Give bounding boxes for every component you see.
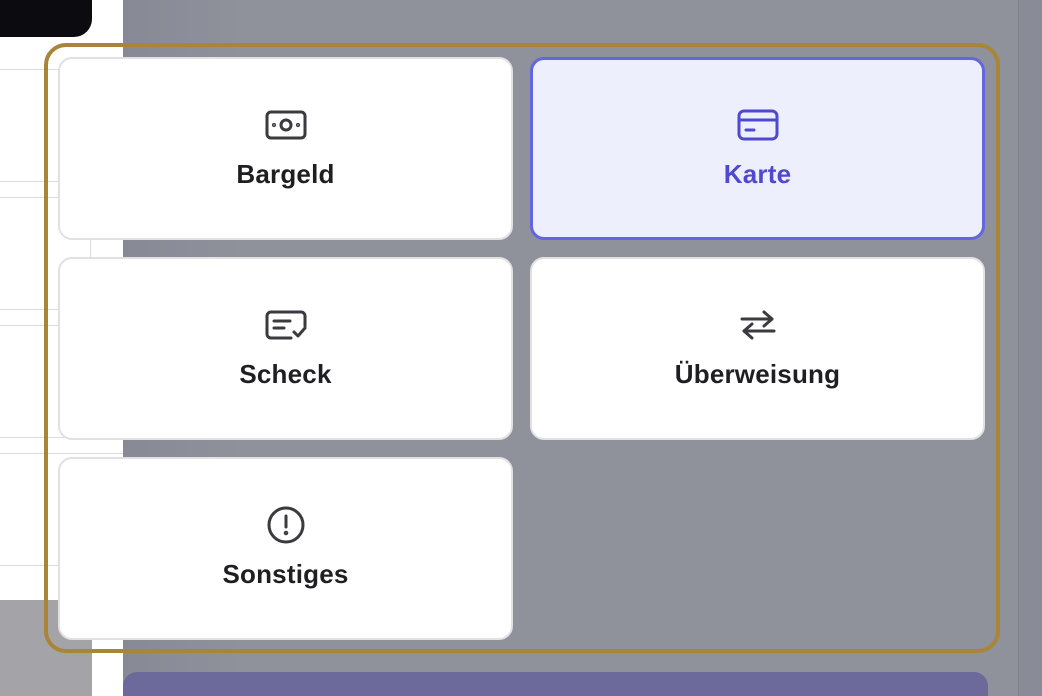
screen: Bargeld Karte Scheck Überweisung Sonstig… [0,0,1042,696]
payment-option-cash[interactable]: Bargeld [58,57,513,240]
payment-option-label: Scheck [239,359,332,389]
payment-option-label: Bargeld [236,159,335,189]
payment-option-label: Karte [723,159,792,189]
primary-action-bar[interactable] [123,672,988,696]
payment-option-cheque[interactable]: Scheck [58,257,513,440]
payment-option-other[interactable]: Sonstiges [58,457,513,640]
payment-option-transfer[interactable]: Überweisung [530,257,985,440]
payment-option-label: Sonstiges [222,559,349,589]
payment-option-card[interactable]: Karte [530,57,985,240]
banknote-icon [264,103,308,147]
background-header [0,0,92,37]
payment-method-grid: Bargeld Karte Scheck Überweisung Sonstig… [58,57,987,641]
scrollbar[interactable] [1018,0,1042,696]
exclamation-circle-icon [264,503,308,547]
transfer-arrows-icon [736,303,780,347]
credit-card-icon [736,103,780,147]
cheque-icon [264,303,308,347]
payment-option-label: Überweisung [674,359,841,389]
